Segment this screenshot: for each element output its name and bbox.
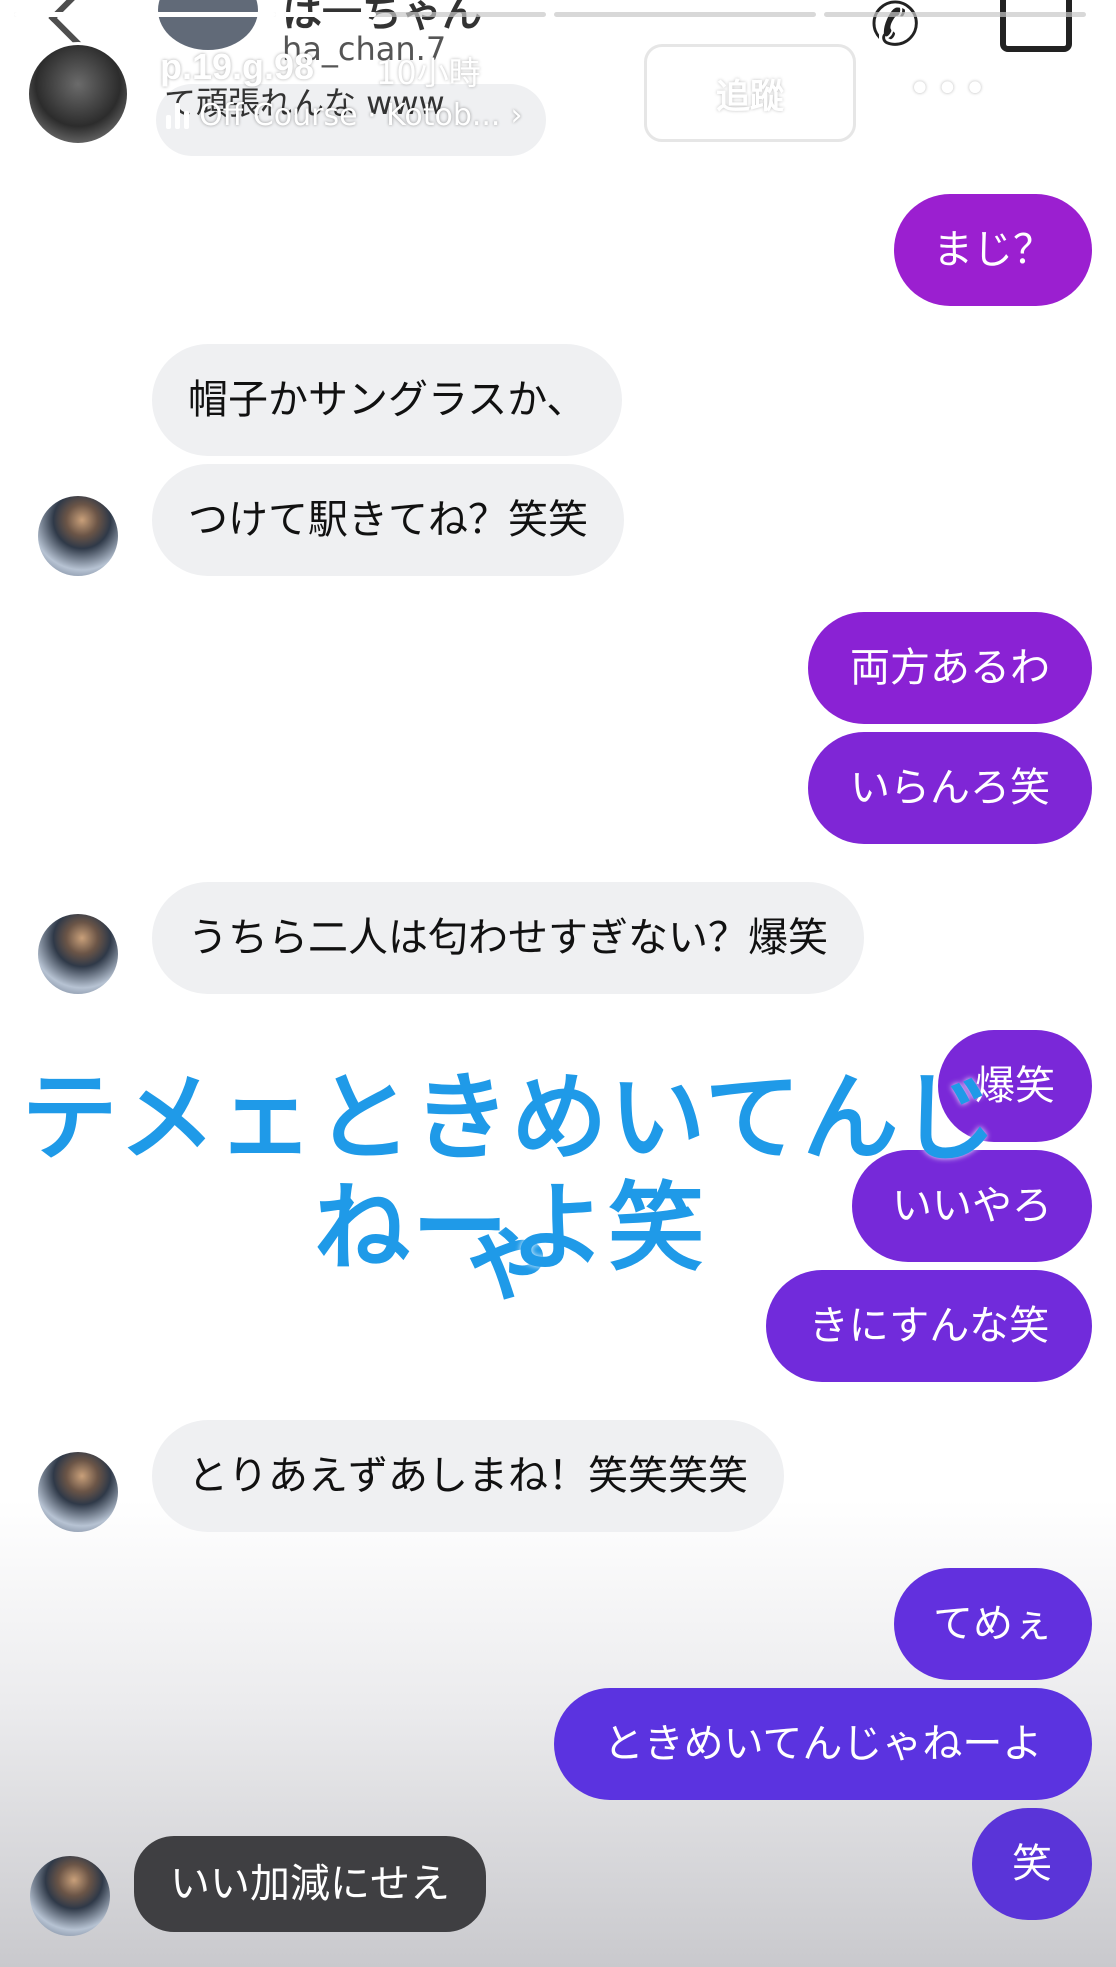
story-user-avatar[interactable] [26, 42, 130, 146]
story-music[interactable]: Off Course · Kotob... › [166, 98, 522, 133]
message-incoming: とりあえずあしまね！笑笑笑笑 [152, 1420, 784, 1532]
music-bars-icon [166, 102, 189, 129]
contact-avatar [38, 496, 118, 576]
story-reply-bubble: いい加減にせえ [134, 1836, 486, 1932]
story-progress-bar [554, 12, 816, 17]
contact-avatar [38, 1452, 118, 1532]
story-time-ago: 10小時 [376, 54, 481, 92]
more-options-icon[interactable]: ••• [908, 66, 991, 112]
follow-button[interactable]: 追蹤 [644, 44, 856, 142]
phone-icon: ✆ [870, 0, 921, 60]
message-outgoing: いらんろ笑 [808, 732, 1092, 844]
message-outgoing: 笑 [972, 1808, 1092, 1920]
music-label: Off Course · Kotob... [199, 98, 501, 133]
video-call-icon [1000, 0, 1072, 52]
message-outgoing: ときめいてんじゃねーよ [554, 1688, 1092, 1800]
story-progress-bar [824, 12, 1086, 17]
message-outgoing: まじ？ [894, 194, 1092, 306]
message-incoming: つけて駅きてね？笑笑 [152, 464, 624, 576]
dm-contact-avatar [158, 0, 258, 50]
message-incoming: うちら二人は匂わせすぎない？爆笑 [152, 882, 864, 994]
overlay-caption-line2: ねーよ笑 [314, 1172, 706, 1284]
message-outgoing: てめぇ [894, 1568, 1092, 1680]
contact-avatar [38, 914, 118, 994]
story-progress-bar [284, 12, 546, 17]
message-incoming: 帽子かサングラスか、 [152, 344, 623, 456]
story-username[interactable]: p.19.g.98 [160, 46, 314, 88]
chevron-right-icon: › [510, 98, 523, 133]
reply-user-avatar [30, 1856, 110, 1936]
close-icon[interactable] [1024, 60, 1090, 126]
story-progress-bar [14, 12, 276, 17]
message-outgoing: 両方あるわ [808, 612, 1092, 724]
